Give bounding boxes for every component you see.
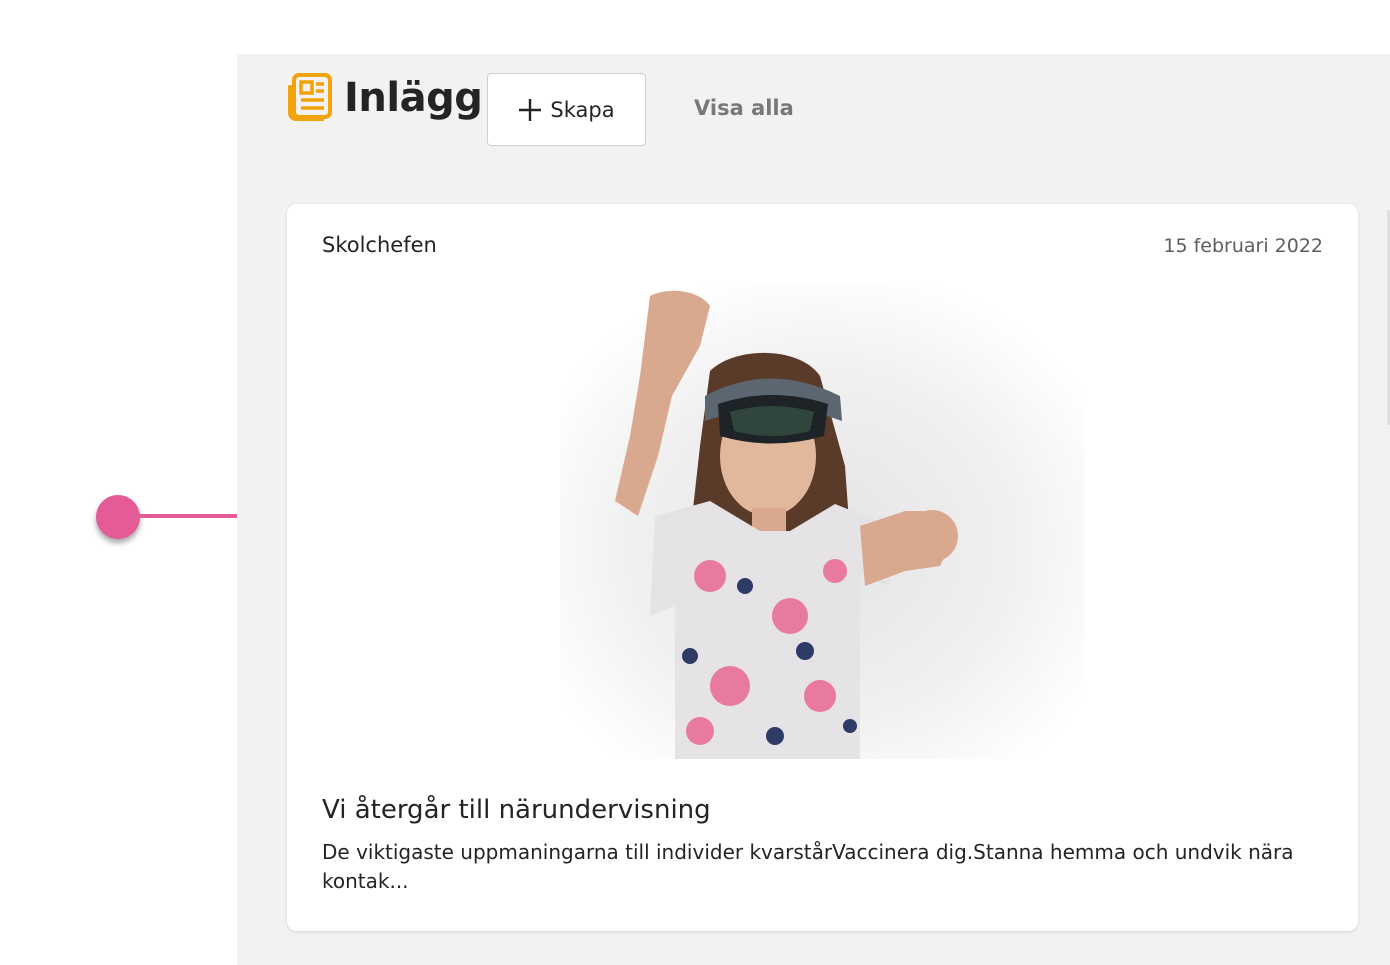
timeline-marker-dot [96, 495, 140, 539]
post-excerpt: De viktigaste uppmaningarna till individ… [322, 840, 1294, 893]
post-author: Skolchefen [322, 233, 437, 257]
page-title: Inlägg [344, 75, 483, 121]
show-all-link[interactable]: Visa alla [694, 96, 794, 120]
timeline-marker-line [138, 514, 237, 518]
news-icon [288, 73, 332, 121]
create-button-label: Skapa [550, 97, 615, 122]
posts-panel: Inlägg Skapa Visa alla Skolchefen 15 feb… [237, 54, 1390, 965]
posts-header: Inlägg [286, 73, 483, 123]
post-title: Vi återgår till närundervisning [322, 795, 711, 825]
post-card[interactable]: Skolchefen 15 februari 2022 Vi återgår t… [287, 204, 1358, 931]
plus-icon [519, 98, 542, 121]
post-image [560, 286, 1084, 759]
create-post-button[interactable]: Skapa [487, 73, 646, 146]
post-date: 15 februari 2022 [1163, 235, 1323, 257]
page: Inlägg Skapa Visa alla Skolchefen 15 feb… [0, 0, 1390, 965]
